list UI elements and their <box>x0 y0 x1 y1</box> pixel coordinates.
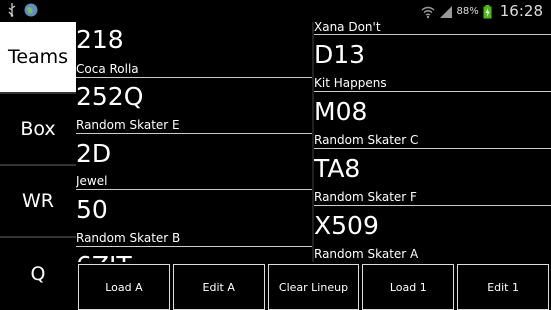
skater-name: Jewel <box>76 174 108 188</box>
skater-number: X509 <box>314 211 379 240</box>
skater-number: 252Q <box>76 82 144 111</box>
divider <box>76 77 312 78</box>
edit-1-button[interactable]: Edit 1 <box>457 264 549 310</box>
clock: 16:28 <box>499 2 543 20</box>
skater-number: 50 <box>76 195 108 224</box>
battery-charging-icon <box>483 4 492 19</box>
divider <box>314 148 551 149</box>
edit-a-button[interactable]: Edit A <box>172 264 265 310</box>
skater-number: M08 <box>314 97 368 126</box>
lineup-toolbar: Load A Edit A Clear Lineup Load 1 Edit 1 <box>76 262 551 310</box>
skater-number: 6ZIT <box>76 252 132 263</box>
skater-name: Random Skater F <box>314 190 417 204</box>
skater-name: Random Skater A <box>314 247 419 261</box>
skater-name: Xana Don't <box>314 22 381 34</box>
skater-number: TA8 <box>314 154 361 183</box>
divider <box>76 189 312 190</box>
skater-number: 2D <box>76 139 112 168</box>
wifi-icon <box>421 4 435 19</box>
skater-name: Kit Happens <box>314 76 387 90</box>
clear-lineup-button[interactable]: Clear Lineup <box>267 264 360 310</box>
signal-icon <box>439 4 453 18</box>
globe-icon <box>24 3 38 17</box>
load-a-button[interactable]: Load A <box>78 264 170 310</box>
divider <box>76 133 312 134</box>
tab-q[interactable]: Q <box>0 238 76 310</box>
skater-name: Coca Rolla <box>76 62 139 76</box>
divider <box>314 91 551 92</box>
divider <box>314 205 551 206</box>
skater-name: Random Skater C <box>314 133 419 147</box>
left-skater-list[interactable]: 218 Coca Rolla 252Q Random Skater E 2D J… <box>76 22 312 262</box>
load-1-button[interactable]: Load 1 <box>362 264 455 310</box>
skater-number: D13 <box>314 40 366 69</box>
usb-icon <box>6 3 18 17</box>
divider <box>76 246 312 247</box>
status-bar: 88% 16:28 <box>0 0 551 22</box>
skater-name: Random Skater B <box>76 231 181 245</box>
skater-name: Random Skater E <box>76 118 180 132</box>
tab-box[interactable]: Box <box>0 94 76 166</box>
skater-number: 218 <box>76 25 124 54</box>
tab-teams[interactable]: Teams <box>0 22 76 94</box>
tab-wr[interactable]: WR <box>0 166 76 238</box>
divider <box>314 34 551 35</box>
sidebar-tabs: Teams Box WR Q <box>0 22 76 310</box>
right-skater-list[interactable]: Xana Don't D13 Kit Happens M08 Random Sk… <box>314 22 551 262</box>
battery-percent: 88% <box>456 5 479 17</box>
